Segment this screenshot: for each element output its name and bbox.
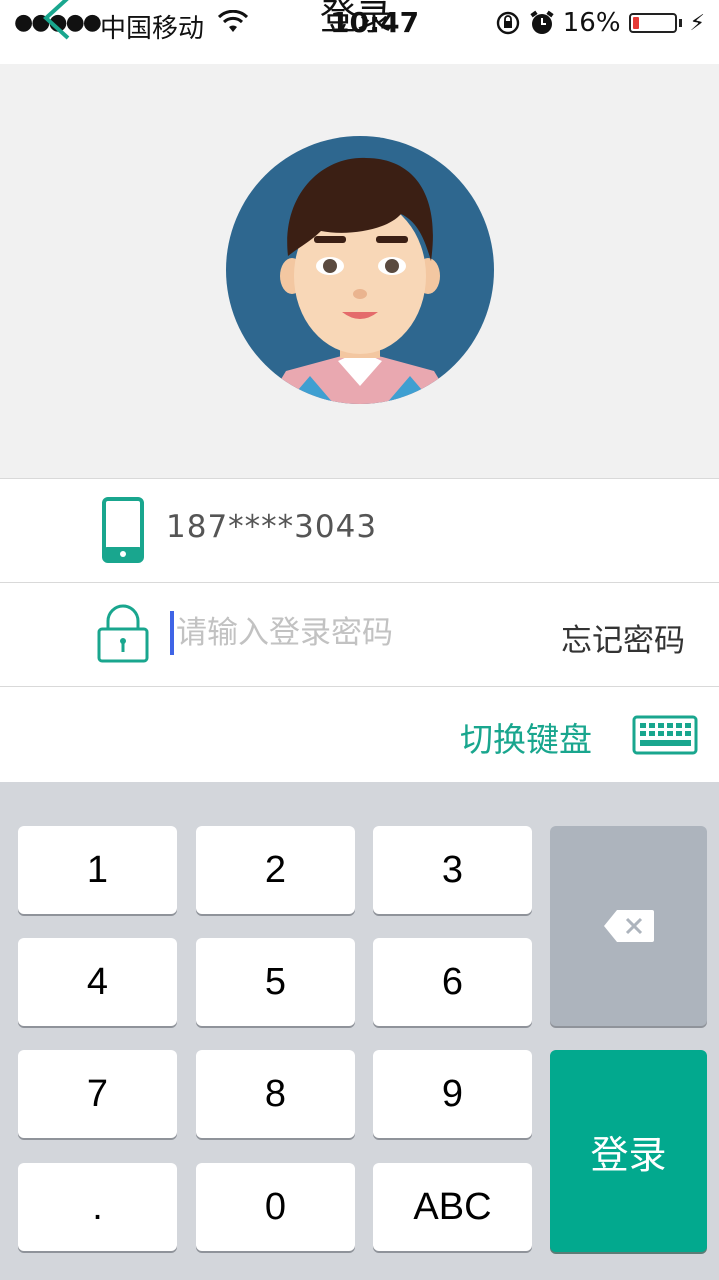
key-7[interactable]: 7 [18, 1050, 177, 1138]
battery-nub [678, 19, 682, 27]
rotation-lock-icon [496, 11, 519, 35]
text-cursor [170, 611, 174, 655]
key-0[interactable]: 0 [196, 1163, 355, 1251]
lock-icon [97, 604, 149, 663]
login-button[interactable]: 登录 [550, 1050, 707, 1252]
backspace-icon [603, 910, 654, 942]
key-6[interactable]: 6 [373, 938, 532, 1026]
key-dot[interactable]: . [18, 1163, 177, 1251]
phone-number: 187****3043 [166, 509, 378, 545]
key-1[interactable]: 1 [18, 826, 177, 914]
charging-bolt-icon: ⚡ [689, 10, 705, 36]
numeric-keyboard: 1 2 3 4 5 6 7 8 9 . 0 ABC 登录 [0, 782, 719, 1280]
key-9[interactable]: 9 [373, 1050, 532, 1138]
switch-keyboard-row: 切换键盘 [0, 687, 719, 782]
key-abc[interactable]: ABC [373, 1163, 532, 1251]
delete-key[interactable] [550, 826, 707, 1026]
back-chevron-icon[interactable] [38, 0, 74, 42]
forgot-password-link[interactable]: 忘记密码 [561, 615, 685, 660]
status-bar: ●●●●● 中国移动 10:47 登录 16% ⚡ [0, 0, 719, 64]
password-input[interactable] [176, 609, 506, 657]
battery-icon [628, 13, 677, 33]
page-title: 登录 [320, 0, 393, 38]
key-4[interactable]: 4 [18, 938, 177, 1026]
password-row: 忘记密码 [0, 583, 719, 687]
battery-fill [632, 17, 639, 29]
battery-percent: 16% [562, 8, 621, 38]
avatar[interactable] [226, 136, 494, 404]
switch-keyboard-button[interactable]: 切换键盘 [460, 713, 592, 761]
status-right: 16% ⚡ [495, 8, 705, 38]
phone-row: 187****3043 [0, 479, 719, 583]
key-2[interactable]: 2 [196, 826, 355, 914]
carrier-name: 中国移动 [100, 14, 205, 44]
wifi-icon [218, 10, 248, 32]
phone-icon [102, 497, 144, 563]
key-5[interactable]: 5 [196, 938, 355, 1026]
key-8[interactable]: 8 [196, 1050, 355, 1138]
key-3[interactable]: 3 [373, 826, 532, 914]
avatar-header [0, 64, 719, 479]
keyboard-icon[interactable] [632, 715, 698, 755]
alarm-icon [530, 10, 554, 34]
